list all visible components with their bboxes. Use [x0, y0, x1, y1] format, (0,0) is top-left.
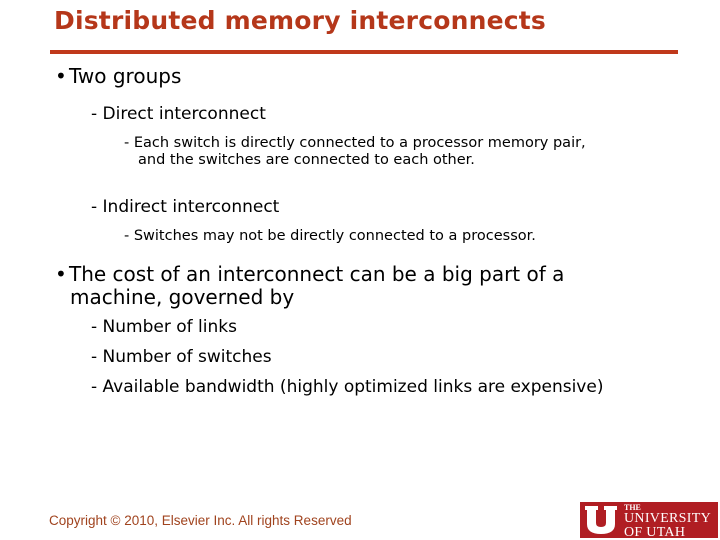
block-u-icon	[585, 506, 617, 534]
dash-icon: -	[91, 197, 98, 217]
bullet-cost-cont: machine, governed by	[70, 285, 295, 309]
sub-bullet-switches: - Number of switches	[91, 347, 272, 367]
dash-icon: -	[91, 347, 98, 367]
sub-bullet-direct: - Direct interconnect	[91, 104, 266, 124]
logo-text: THE UNIVERSITY OF UTAH	[624, 503, 711, 540]
bullet-icon: •	[55, 64, 67, 88]
university-of-utah-logo: THE UNIVERSITY OF UTAH	[580, 502, 718, 540]
sub-bullet-indirect: - Indirect interconnect	[91, 197, 280, 217]
copyright-notice: Copyright © 2010, Elsevier Inc. All righ…	[49, 513, 352, 528]
slide-title: Distributed memory interconnects	[54, 6, 547, 35]
dash-icon: -	[91, 377, 98, 397]
sub-sub-bullet-direct-desc-cont: and the switches are connected to each o…	[138, 152, 475, 168]
dash-icon: -	[124, 135, 130, 151]
title-underline	[50, 50, 678, 54]
sub-bullet-links: - Number of links	[91, 317, 237, 337]
sub-bullet-bandwidth: - Available bandwidth (highly optimized …	[91, 377, 604, 397]
bullet-cost: • The cost of an interconnect can be a bi…	[55, 262, 565, 286]
sub-sub-bullet-direct-desc: - Each switch is directly connected to a…	[124, 135, 586, 151]
bullet-icon: •	[55, 262, 67, 286]
dash-icon: -	[91, 317, 98, 337]
sub-sub-bullet-indirect-desc: - Switches may not be directly connected…	[124, 228, 536, 244]
bullet-two-groups: • Two groups	[55, 64, 182, 88]
dash-icon: -	[124, 228, 130, 244]
dash-icon: -	[91, 104, 98, 124]
